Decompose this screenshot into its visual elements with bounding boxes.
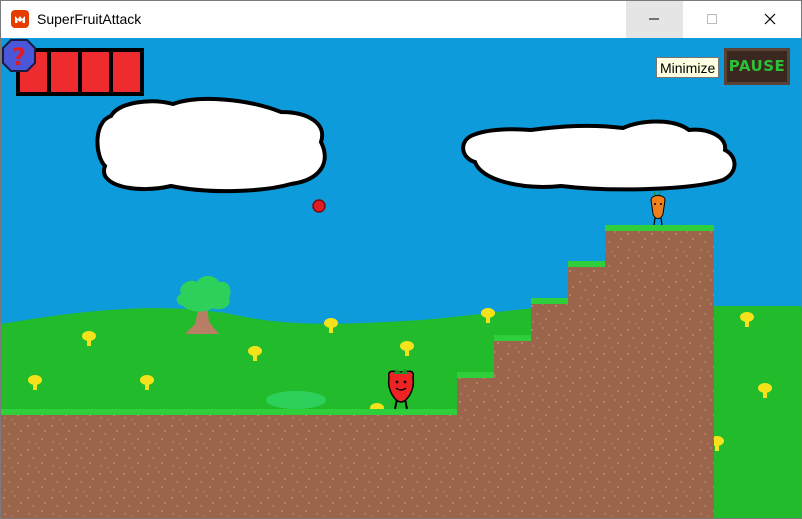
cloud-left	[95, 96, 327, 194]
bush	[266, 391, 326, 409]
minimize-icon	[649, 18, 659, 20]
pause-button[interactable]: PAUSE	[724, 48, 790, 85]
maximize-icon	[707, 14, 717, 24]
game-viewport[interactable]: Minimize PAUSE ?	[1, 38, 801, 518]
title-bar[interactable]: SuperFruitAttack	[1, 1, 801, 38]
minimize-button[interactable]	[626, 1, 683, 38]
health-segment	[113, 52, 140, 92]
help-button[interactable]: ?	[1, 38, 37, 73]
window-title: SuperFruitAttack	[37, 11, 142, 27]
maximize-button[interactable]	[684, 1, 741, 38]
game-window: SuperFruitAttack Minimize PAUSE ?	[0, 0, 802, 519]
cloud-right	[461, 119, 737, 192]
monogame-app-icon	[11, 10, 29, 28]
close-icon	[764, 13, 776, 25]
health-segment	[82, 52, 109, 92]
health-segment	[51, 52, 78, 92]
help-label: ?	[12, 43, 26, 71]
red-ball-projectile	[312, 199, 326, 213]
game-scene	[1, 38, 801, 518]
minimize-tooltip: Minimize	[656, 57, 720, 78]
close-button[interactable]	[742, 1, 801, 38]
